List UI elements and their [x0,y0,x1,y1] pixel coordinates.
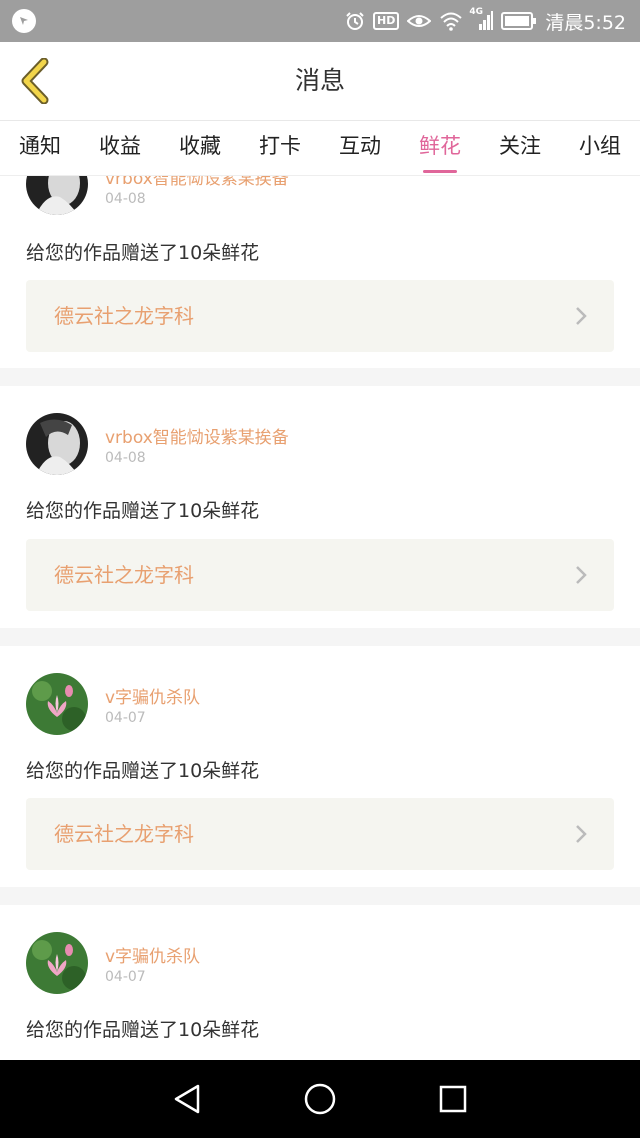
avatar[interactable] [26,413,88,475]
status-bar: HD 4G 清晨5:52 [0,0,640,42]
page-title: 消息 [294,66,345,95]
list-item: vrbox智能恸设紫某挨备 04-08 给您的作品赠送了10朵鲜花 德云社之龙字… [0,176,640,368]
eye-icon [407,12,432,30]
alarm-icon [345,11,365,31]
nav-back-button[interactable] [167,1079,207,1119]
tab-follow[interactable]: 关注 [480,121,560,175]
battery-icon [501,12,537,30]
tab-interaction[interactable]: 互动 [320,121,400,175]
message-date: 04-07 [105,969,146,985]
avatar[interactable] [26,932,88,994]
header: 消息 [0,42,640,120]
message-text: 给您的作品赠送了10朵鲜花 [26,1019,260,1041]
nav-recents-button[interactable] [433,1079,473,1119]
chevron-right-icon [576,566,587,584]
username[interactable]: vrbox智能恸设紫某挨备 [105,423,289,448]
tab-checkin[interactable]: 打卡 [240,121,320,175]
wifi-icon [439,11,463,31]
home-circle-icon [304,1083,336,1115]
chevron-right-icon [576,307,587,325]
back-button[interactable] [14,56,54,106]
list-item: v字骗仇杀队 04-07 给您的作品赠送了10朵鲜花 [0,905,640,1060]
work-title: 德云社之龙字科 [54,304,194,328]
message-date: 04-07 [105,710,146,726]
hd-icon: HD [372,12,400,30]
work-link[interactable]: 德云社之龙字科 [26,539,614,611]
tab-notice[interactable]: 通知 [0,121,80,175]
chevron-left-icon [21,58,49,104]
work-title: 德云社之龙字科 [54,822,194,846]
work-link[interactable]: 德云社之龙字科 [26,280,614,352]
back-triangle-icon [174,1084,199,1114]
avatar[interactable] [26,176,88,215]
app-icon [12,9,36,33]
nav-home-button[interactable] [300,1079,340,1119]
system-nav-bar [0,1060,640,1138]
status-time: 清晨5:52 [545,11,626,34]
signal-icon: 4G [469,7,494,31]
recents-square-icon [440,1085,467,1113]
message-date: 04-08 [105,450,146,466]
username[interactable]: v字骗仇杀队 [105,683,200,708]
tab-group[interactable]: 小组 [560,121,640,175]
message-date: 04-08 [105,191,146,207]
avatar[interactable] [26,673,88,735]
username[interactable]: v字骗仇杀队 [105,942,200,967]
work-title: 德云社之龙字科 [54,563,194,587]
work-link[interactable]: 德云社之龙字科 [26,798,614,870]
tab-earnings[interactable]: 收益 [80,121,160,175]
message-list[interactable]: vrbox智能恸设紫某挨备 04-08 给您的作品赠送了10朵鲜花 德云社之龙字… [0,176,640,1060]
message-text: 给您的作品赠送了10朵鲜花 [26,500,260,522]
message-text: 给您的作品赠送了10朵鲜花 [26,242,260,264]
chevron-right-icon [576,825,587,843]
list-item: vrbox智能恸设紫某挨备 04-08 给您的作品赠送了10朵鲜花 德云社之龙字… [0,386,640,628]
tab-bar: 通知 收益 收藏 打卡 互动 鲜花 关注 小组 [0,120,640,176]
username[interactable]: vrbox智能恸设紫某挨备 [105,176,289,189]
list-item: v字骗仇杀队 04-07 给您的作品赠送了10朵鲜花 德云社之龙字科 [0,646,640,887]
tab-flowers[interactable]: 鲜花 [400,121,480,175]
tab-favorites[interactable]: 收藏 [160,121,240,175]
message-text: 给您的作品赠送了10朵鲜花 [26,760,260,782]
